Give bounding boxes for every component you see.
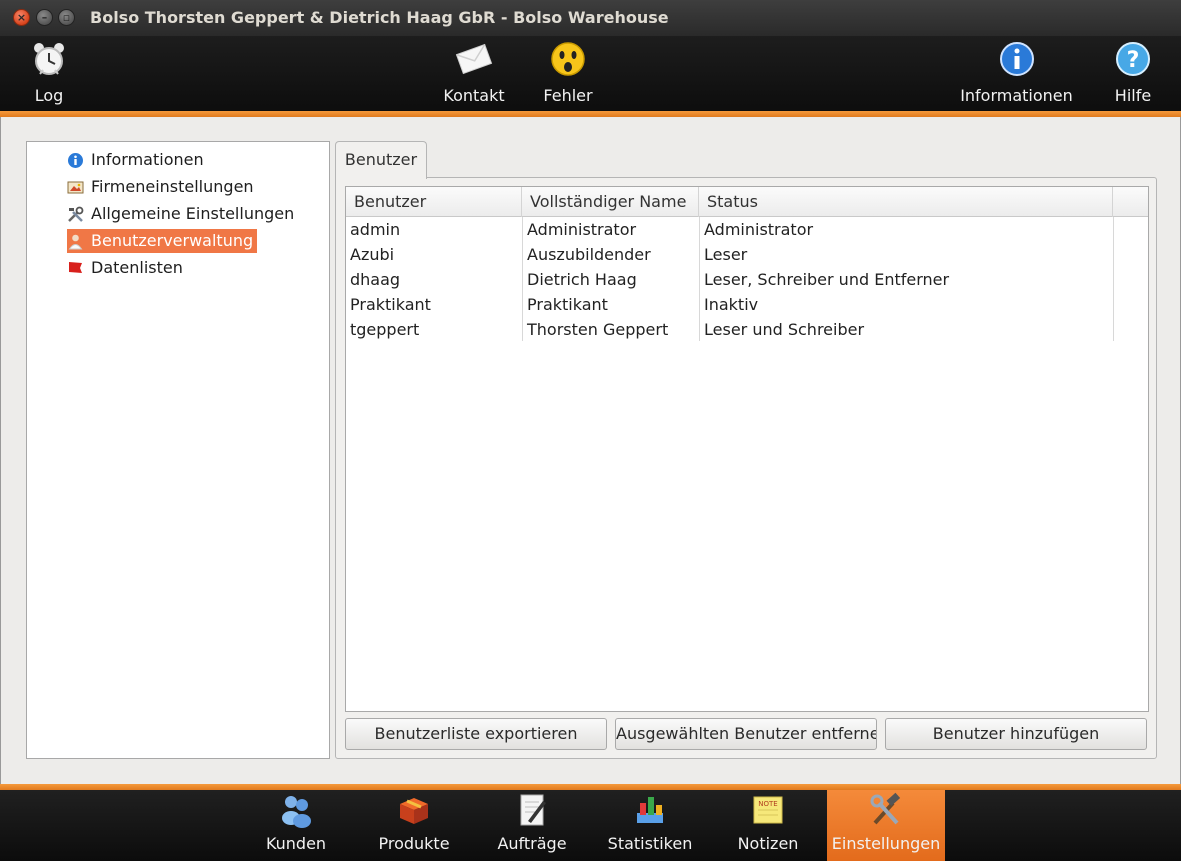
svg-text:?: ? xyxy=(1127,48,1140,73)
info-icon xyxy=(68,153,83,168)
dock-statistiken-label: Statistiken xyxy=(607,834,693,853)
cell-benutzer: Praktikant xyxy=(350,295,431,314)
toolbar-hilfe-button[interactable]: ? Hilfe xyxy=(1105,36,1161,112)
tab-benutzer[interactable]: Benutzer xyxy=(335,141,427,179)
tree-item-label: Datenlisten xyxy=(91,258,183,277)
info-icon xyxy=(999,42,1034,76)
tools-icon xyxy=(68,206,84,222)
column-header-status[interactable]: Status xyxy=(699,187,1113,217)
flag-icon xyxy=(69,262,82,273)
toolbar-informationen-label: Informationen xyxy=(960,86,1073,105)
dock-auftraege-button[interactable]: Aufträge xyxy=(473,790,591,861)
top-toolbar: Log Kontakt Fehler Informationen ? Hilfe xyxy=(0,36,1181,112)
column-header-benutzer[interactable]: Benutzer xyxy=(346,187,522,217)
toolbar-fehler-label: Fehler xyxy=(543,86,593,105)
export-user-list-button[interactable]: Benutzerliste exportieren xyxy=(345,718,607,750)
dock-auftraege-label: Aufträge xyxy=(497,834,567,853)
dock-einstellungen-label: Einstellungen xyxy=(831,834,941,853)
table-row[interactable]: Azubi Auszubildender Leser xyxy=(346,242,1148,267)
table-row[interactable]: Praktikant Praktikant Inaktiv xyxy=(346,292,1148,317)
svg-text:NOTE: NOTE xyxy=(758,800,777,808)
cell-name: Administrator xyxy=(527,220,637,239)
cell-status: Inaktiv xyxy=(704,295,759,314)
table-row[interactable]: dhaag Dietrich Haag Leser, Schreiber und… xyxy=(346,267,1148,292)
toolbar-hilfe-label: Hilfe xyxy=(1114,86,1152,105)
note-icon: NOTE xyxy=(753,796,783,824)
dock-produkte-button[interactable]: Produkte xyxy=(355,790,473,861)
tree-item-label: Allgemeine Einstellungen xyxy=(91,204,295,223)
tree-item-label: Firmeneinstellungen xyxy=(91,177,254,196)
close-icon: × xyxy=(16,11,27,24)
tree-item-informationen[interactable]: Informationen xyxy=(67,148,208,172)
tree-item-benutzerverwaltung[interactable]: Benutzerverwaltung xyxy=(67,229,258,253)
cell-status: Administrator xyxy=(704,220,814,239)
window-title: Bolso Thorsten Geppert & Dietrich Haag G… xyxy=(90,8,669,27)
table-row[interactable]: tgeppert Thorsten Geppert Leser und Schr… xyxy=(346,317,1148,342)
alarm-clock-icon xyxy=(34,43,64,75)
cell-name: Auszubildender xyxy=(527,245,651,264)
tab-panel-benutzer: Benutzer Vollständiger Name Status admin… xyxy=(335,177,1157,759)
hammer-wrench-icon xyxy=(870,792,901,825)
cell-status: Leser xyxy=(704,245,748,264)
cell-benutzer: Azubi xyxy=(350,245,395,264)
cell-benutzer: tgeppert xyxy=(350,320,420,339)
customers-icon xyxy=(282,796,311,828)
toolbar-informationen-button[interactable]: Informationen xyxy=(954,36,1079,112)
user-icon xyxy=(68,234,83,250)
company-picture-icon xyxy=(67,181,84,194)
main-content: Informationen Firmeneinstellungen Allgem… xyxy=(0,117,1181,784)
toolbar-kontakt-button[interactable]: Kontakt xyxy=(436,36,512,112)
tree-item-allgemeine-einstellungen[interactable]: Allgemeine Einstellungen xyxy=(67,202,298,226)
help-icon: ? xyxy=(1116,42,1150,76)
toolbar-log-button[interactable]: Log xyxy=(20,36,78,112)
dock-statistiken-button[interactable]: Statistiken xyxy=(591,790,709,861)
column-header-vollstaendiger-name[interactable]: Vollständiger Name xyxy=(522,187,699,217)
statistics-icon xyxy=(637,797,663,823)
cell-status: Leser, Schreiber und Entferner xyxy=(704,270,950,289)
surprised-face-icon xyxy=(551,42,585,76)
bottom-dock: Kunden Produkte Aufträge Statistiken NOT… xyxy=(0,790,1181,861)
cell-name: Dietrich Haag xyxy=(527,270,637,289)
cell-name: Praktikant xyxy=(527,295,608,314)
cell-benutzer: admin xyxy=(350,220,401,239)
tree-item-firmeneinstellungen[interactable]: Firmeneinstellungen xyxy=(67,175,258,199)
cell-benutzer: dhaag xyxy=(350,270,401,289)
window-close-button[interactable]: × xyxy=(13,9,30,26)
product-box-icon xyxy=(400,798,428,824)
dock-notizen-button[interactable]: NOTE Notizen xyxy=(709,790,827,861)
dock-kunden-label: Kunden xyxy=(265,834,327,853)
cell-name: Thorsten Geppert xyxy=(527,320,669,339)
add-user-button[interactable]: Benutzer hinzufügen xyxy=(885,718,1147,750)
tree-item-datenlisten[interactable]: Datenlisten xyxy=(67,256,187,280)
dock-kunden-button[interactable]: Kunden xyxy=(237,790,355,861)
table-header: Benutzer Vollständiger Name Status xyxy=(346,187,1148,217)
tree-item-label: Informationen xyxy=(91,150,204,169)
title-bar: × – ▫ Bolso Thorsten Geppert & Dietrich … xyxy=(0,0,1181,36)
remove-selected-user-button[interactable]: Ausgewählten Benutzer entferne xyxy=(615,718,877,750)
cell-status: Leser und Schreiber xyxy=(704,320,865,339)
toolbar-log-label: Log xyxy=(34,86,64,105)
window-maximize-button[interactable]: ▫ xyxy=(58,9,75,26)
window-minimize-button[interactable]: – xyxy=(36,9,53,26)
envelope-icon xyxy=(455,43,493,75)
users-table: Benutzer Vollständiger Name Status admin… xyxy=(345,186,1149,712)
toolbar-kontakt-label: Kontakt xyxy=(443,86,505,105)
minimize-icon: – xyxy=(41,11,48,24)
toolbar-fehler-button[interactable]: Fehler xyxy=(537,36,599,112)
dock-notizen-label: Notizen xyxy=(737,834,799,853)
dock-einstellungen-button[interactable]: Einstellungen xyxy=(827,790,945,861)
maximize-icon: ▫ xyxy=(62,11,71,24)
order-pen-icon xyxy=(520,794,546,826)
table-row[interactable]: admin Administrator Administrator xyxy=(346,217,1148,242)
settings-tree: Informationen Firmeneinstellungen Allgem… xyxy=(26,141,330,759)
dock-produkte-label: Produkte xyxy=(378,834,450,853)
tree-item-label: Benutzerverwaltung xyxy=(91,231,254,250)
